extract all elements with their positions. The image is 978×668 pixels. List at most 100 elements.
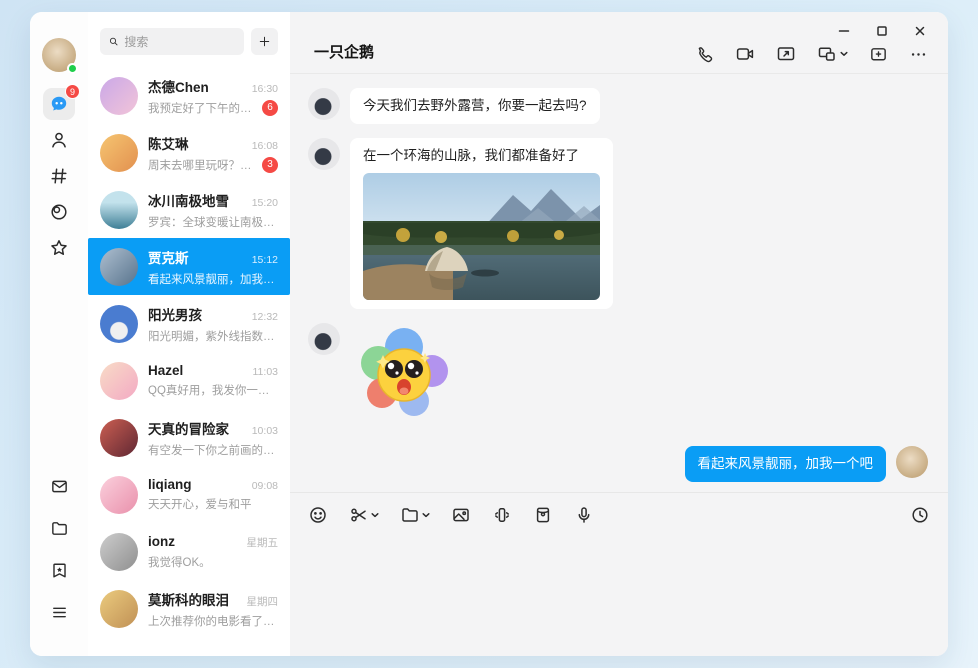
chat-time: 16:08 — [251, 139, 278, 152]
chat-header: 一只企鹅 — [290, 12, 948, 74]
close-icon — [915, 26, 925, 36]
maximize-button[interactable] — [876, 25, 888, 37]
message-bubble-with-photo[interactable]: 在一个环海的山脉，我们都准备好了 — [350, 138, 613, 310]
avatar — [100, 475, 138, 514]
remote-desktop-button[interactable] — [817, 44, 848, 64]
nav-files[interactable] — [43, 512, 75, 544]
minimize-button[interactable] — [838, 25, 850, 37]
add-button[interactable] — [251, 28, 278, 55]
close-button[interactable] — [914, 25, 926, 37]
composer-toolbar — [290, 492, 948, 536]
contacts-icon — [52, 132, 66, 148]
chevron-down-icon — [840, 51, 848, 56]
camping-photo[interactable] — [363, 173, 600, 301]
remote-desktop-icon — [818, 47, 835, 61]
chat-list-panel: 杰德Chen 16:30 我预定好了下午的会议 6 陈艾琳 16:08 周末去哪里玩呀… — [88, 12, 290, 656]
emoji-button[interactable] — [308, 505, 328, 525]
chat-history-button[interactable] — [910, 505, 930, 525]
screenshot-button[interactable] — [349, 505, 379, 525]
nav-collections[interactable] — [43, 554, 75, 586]
voice-message-button[interactable] — [574, 505, 594, 525]
red-packet-icon — [536, 507, 550, 522]
message-input[interactable] — [290, 536, 948, 656]
chat-name: 陈艾琳 — [148, 136, 189, 152]
folder-icon — [51, 521, 67, 535]
microphone-icon — [578, 506, 590, 523]
minimize-icon — [838, 30, 850, 32]
peer-avatar[interactable] — [308, 88, 340, 120]
screen-share-icon — [777, 47, 795, 61]
chat-time: 11:03 — [252, 366, 279, 378]
search-input[interactable] — [124, 34, 236, 49]
chat-preview: 周末去哪里玩呀？嘻嘻 — [148, 159, 256, 172]
chat-time: 12:32 — [251, 310, 278, 323]
mail-icon — [51, 480, 67, 492]
chat-name: ionz — [148, 533, 175, 549]
phone-icon — [698, 46, 713, 62]
chat-time: 10:03 — [251, 424, 278, 437]
unread-badge: 3 — [262, 156, 278, 173]
search-icon — [109, 37, 118, 46]
list-item[interactable]: 阳光男孩 12:32 阳光明媚，紫外线指数不高 — [88, 295, 290, 352]
conversation-list: 杰德Chen 16:30 我预定好了下午的会议 6 陈艾琳 16:08 周末去哪里玩呀… — [88, 67, 290, 656]
search-box[interactable] — [100, 28, 244, 55]
chevron-down-icon — [422, 512, 430, 517]
more-icon — [911, 52, 926, 56]
folder-icon — [402, 507, 418, 522]
avatar — [100, 418, 138, 457]
nav-channels[interactable] — [43, 160, 75, 192]
nav-mail[interactable] — [43, 470, 75, 502]
avatar — [100, 133, 138, 172]
chat-time: 星期四 — [246, 595, 279, 608]
list-item[interactable]: liqiang 09:08 天天开心，爱与和平 — [88, 466, 290, 523]
chat-preview: 我预定好了下午的会议 — [148, 102, 256, 115]
message-bubble[interactable]: 看起来风景靓丽，加我一个吧 — [684, 445, 886, 482]
image-icon — [453, 508, 469, 521]
list-item[interactable]: 天真的冒险家 10:03 有空发一下你之前画的表情 — [88, 409, 290, 466]
nav-menu[interactable] — [43, 596, 75, 628]
message-bubble[interactable]: 今天我们去野外露营，你要一起去吗? — [350, 88, 600, 125]
list-item[interactable]: 冰川南极地雪 15:20 罗宾：全球变暖让南极的冰川 — [88, 181, 290, 238]
unread-badge: 6 — [262, 99, 278, 116]
list-item-selected[interactable]: 贾克斯 15:12 看起来风景靓丽，加我一个吧 — [88, 238, 290, 295]
rail-bottom — [43, 470, 75, 628]
new-chat-icon — [871, 47, 886, 60]
chat-time: 15:12 — [251, 253, 278, 266]
nudge-button[interactable] — [492, 505, 512, 525]
self-avatar-small[interactable] — [896, 445, 928, 478]
avatar — [100, 190, 138, 229]
self-avatar[interactable] — [42, 38, 78, 74]
more-button[interactable] — [909, 45, 928, 64]
new-chat-button[interactable] — [869, 45, 888, 64]
list-item[interactable]: 陈艾琳 16:08 周末去哪里玩呀？嘻嘻 3 — [88, 124, 290, 181]
list-item[interactable]: 杰德Chen 16:30 我预定好了下午的会议 6 — [88, 67, 290, 124]
message-incoming: 在一个环海的山脉，我们都准备好了 — [308, 138, 930, 310]
window-controls — [838, 25, 926, 37]
chat-name: Hazel — [148, 363, 184, 378]
list-item[interactable]: Hazel 11:03 QQ真好用，我发你一个超清表情 — [88, 352, 290, 409]
screen-share-button[interactable] — [776, 44, 796, 64]
voice-call-button[interactable] — [695, 45, 714, 64]
nav-world[interactable] — [43, 196, 75, 228]
peer-avatar[interactable] — [308, 323, 340, 356]
flower-emoji-sticker[interactable] — [356, 325, 452, 421]
plus-icon — [259, 36, 270, 47]
nav-favorites[interactable] — [43, 232, 75, 264]
list-item[interactable]: 莫斯科的眼泪 星期四 上次推荐你的电影看了吗? — [88, 580, 290, 637]
chat-preview: 我觉得OK。 — [148, 556, 211, 569]
red-packet-button[interactable] — [533, 505, 553, 525]
avatar — [100, 304, 138, 343]
list-item[interactable]: ionz 星期五 我觉得OK。 — [88, 523, 290, 580]
video-call-button[interactable] — [735, 44, 755, 64]
nav-messages[interactable]: 9 — [43, 84, 80, 120]
chat-preview: 天天开心，爱与和平 — [148, 499, 252, 511]
chat-time: 09:08 — [251, 480, 278, 492]
peer-avatar[interactable] — [308, 138, 340, 171]
nav-contacts[interactable] — [43, 124, 75, 156]
nudge-icon — [495, 507, 509, 522]
menu-icon — [52, 607, 66, 617]
image-button[interactable] — [451, 505, 471, 525]
chat-name: 杰德Chen — [148, 79, 209, 95]
emoji-icon — [310, 506, 326, 523]
file-button[interactable] — [400, 505, 430, 525]
